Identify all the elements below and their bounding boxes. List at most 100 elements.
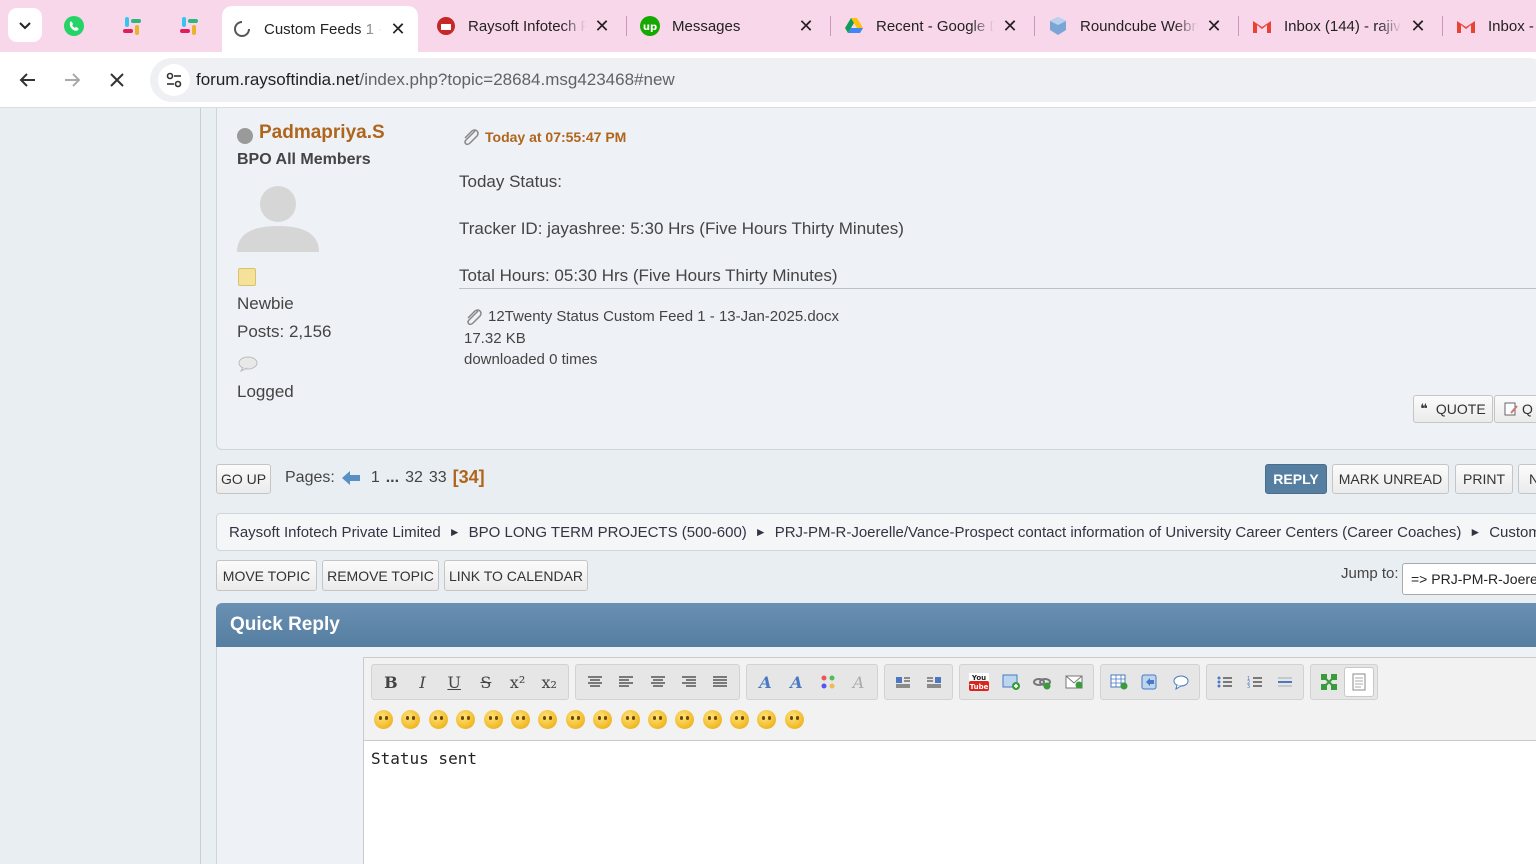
smiley-icon[interactable] [565, 710, 585, 729]
bullet-list-button[interactable] [1210, 667, 1240, 697]
post-time[interactable]: Today at 07:55:47 PM [461, 128, 626, 146]
stop-loading-button[interactable] [99, 62, 135, 98]
superscript-button[interactable]: x² [502, 667, 534, 697]
quick-edit-button[interactable]: Q [1494, 395, 1536, 423]
go-up-button[interactable]: GO UP [216, 464, 271, 494]
tab-google-drive[interactable]: Recent - Google D ✕ [834, 6, 1030, 46]
pinned-tab-slack-2[interactable] [167, 10, 211, 42]
pinned-tab-whatsapp[interactable] [52, 10, 96, 42]
color-picker-icon[interactable] [812, 667, 843, 697]
insert-quote-button[interactable] [1165, 667, 1196, 697]
notify-button[interactable]: N [1518, 464, 1536, 494]
forward-button[interactable] [54, 62, 90, 98]
italic-button[interactable]: I [407, 667, 439, 697]
toggle-wysiwyg-button[interactable] [1314, 667, 1344, 697]
attachment-link[interactable]: 12Twenty Status Custom Feed 1 - 13-Jan-2… [488, 306, 839, 328]
insert-link-button[interactable] [1027, 667, 1059, 697]
breadcrumb-link[interactable]: BPO LONG TERM PROJECTS (500-600) [469, 524, 747, 541]
url-path: /index.php?topic=28684.msg423468#new [359, 70, 675, 89]
post-line: Tracker ID: jayashree: 5:30 Hrs (Five Ho… [459, 219, 904, 238]
insert-email-button[interactable] [1058, 667, 1090, 697]
page-link[interactable]: 1 [371, 469, 380, 487]
quick-reply-header[interactable]: Quick Reply [216, 603, 1536, 647]
tab-custom-feeds[interactable]: Custom Feeds 1 - ✕ [222, 6, 418, 52]
align-center-button[interactable] [642, 667, 673, 697]
poster-name[interactable]: Padmapriya.S [259, 122, 385, 144]
page-link[interactable]: 33 [429, 469, 447, 487]
smiley-icon[interactable] [757, 710, 777, 729]
float-right-button[interactable] [919, 667, 950, 697]
font-size-button[interactable]: A [781, 667, 812, 697]
svg-text:Tube: Tube [970, 683, 989, 691]
remove-format-button[interactable]: A [843, 667, 874, 697]
float-left-button[interactable] [888, 667, 919, 697]
align-left-button[interactable] [610, 667, 641, 697]
numbered-list-button[interactable]: 123 [1240, 667, 1270, 697]
strikethrough-button[interactable]: S [470, 667, 502, 697]
tab-title: Roundcube Webm [1080, 17, 1198, 35]
tab-gmail-2[interactable]: Inbox - [1446, 6, 1536, 46]
subscript-button[interactable]: x₂ [533, 667, 565, 697]
current-page: [34] [452, 467, 485, 487]
insert-code-button[interactable] [1135, 667, 1166, 697]
tab-gmail-1[interactable]: Inbox (144) - rajiv ✕ [1242, 6, 1438, 46]
close-icon[interactable]: ✕ [796, 16, 816, 36]
close-icon[interactable]: ✕ [1000, 16, 1020, 36]
smiley-icon[interactable] [784, 710, 804, 729]
back-button[interactable] [10, 62, 46, 98]
tab-search-button[interactable] [8, 8, 42, 42]
close-icon[interactable]: ✕ [1204, 16, 1224, 36]
source-view-button[interactable] [1343, 667, 1374, 697]
tab-messages[interactable]: up Messages ✕ [630, 6, 826, 46]
quote-button[interactable]: ❝ QUOTE [1413, 395, 1493, 423]
previous-page-icon[interactable] [341, 470, 361, 486]
insert-table-button[interactable] [1104, 667, 1135, 697]
toolbar-alignment [575, 664, 740, 700]
site-info-button[interactable] [158, 64, 190, 96]
pinned-tab-slack-1[interactable] [110, 10, 154, 42]
smiley-icon[interactable] [456, 710, 476, 729]
justify-button[interactable] [705, 667, 736, 697]
reply-button[interactable]: REPLY [1265, 464, 1327, 494]
smiley-icon[interactable] [620, 710, 640, 729]
smiley-icon[interactable] [374, 710, 393, 729]
jump-to-select[interactable]: => PRJ-PM-R-Joerelle [1402, 563, 1536, 595]
smiley-icon[interactable] [538, 710, 558, 729]
close-icon[interactable]: ✕ [388, 19, 408, 39]
close-icon[interactable]: ✕ [592, 16, 612, 36]
youtube-button[interactable]: You Tube [963, 667, 995, 697]
move-topic-button[interactable]: MOVE TOPIC [216, 560, 317, 591]
smiley-icon[interactable] [401, 710, 421, 729]
smiley-icon[interactable] [483, 710, 503, 729]
bold-button[interactable]: B [375, 667, 407, 697]
link-to-calendar-button[interactable]: LINK TO CALENDAR [444, 560, 588, 591]
remove-topic-button[interactable]: REMOVE TOPIC [322, 560, 439, 591]
pre-button[interactable] [579, 667, 610, 697]
chat-bubble-icon [238, 356, 258, 372]
smiley-icon[interactable] [675, 710, 695, 729]
page-ellipsis[interactable]: ... [386, 469, 399, 487]
page-link[interactable]: 32 [405, 469, 423, 487]
smiley-icon[interactable] [730, 710, 750, 729]
breadcrumb-link[interactable]: Raysoft Infotech Private Limited [229, 524, 441, 541]
breadcrumb-link[interactable]: Custom Feeds [1489, 524, 1536, 541]
font-face-button[interactable]: A [750, 667, 781, 697]
align-right-button[interactable] [673, 667, 704, 697]
tab-roundcube[interactable]: Roundcube Webm ✕ [1038, 6, 1234, 46]
smiley-icon[interactable] [593, 710, 613, 729]
breadcrumb-link[interactable]: PRJ-PM-R-Joerelle/Vance-Prospect contact… [775, 524, 1462, 541]
close-icon[interactable]: ✕ [1408, 16, 1428, 36]
horizontal-rule-button[interactable] [1270, 667, 1300, 697]
smiley-icon[interactable] [510, 710, 530, 729]
mark-unread-button[interactable]: MARK UNREAD [1332, 464, 1449, 494]
address-bar[interactable]: forum.raysoftindia.net/index.php?topic=2… [150, 58, 1536, 102]
underline-button[interactable]: U [438, 667, 470, 697]
smiley-icon[interactable] [428, 710, 448, 729]
message-textarea[interactable]: Status sent [364, 740, 1536, 864]
smiley-icon[interactable] [702, 710, 722, 729]
insert-image-button[interactable] [995, 667, 1027, 697]
raysoft-icon [436, 16, 456, 36]
tab-raysoft[interactable]: Raysoft Infotech P ✕ [426, 6, 622, 46]
smiley-icon[interactable] [647, 710, 667, 729]
print-button[interactable]: PRINT [1455, 464, 1513, 494]
